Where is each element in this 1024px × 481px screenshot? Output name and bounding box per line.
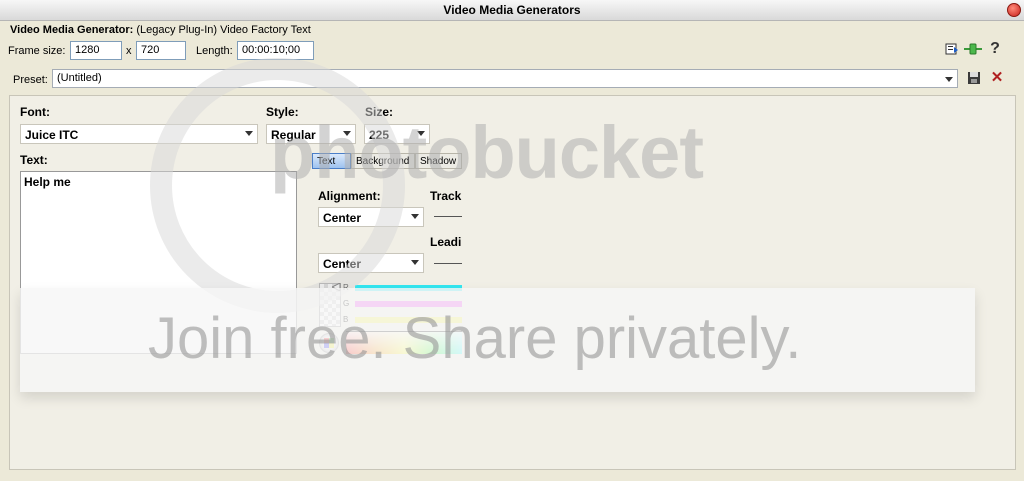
tab-shadow[interactable]: Shadow	[415, 153, 462, 169]
chevron-down-icon	[411, 214, 419, 219]
preset-select[interactable]: (Untitled)	[52, 69, 958, 88]
generator-label: Video Media Generator:	[10, 24, 134, 36]
preset-label: Preset:	[13, 74, 48, 86]
alignment-select[interactable]: Center	[318, 207, 424, 227]
help-icon[interactable]: ?	[987, 41, 1003, 57]
leading-slider[interactable]	[434, 263, 462, 264]
frame-size-label: Frame size:	[8, 45, 66, 57]
alignment-value: Center	[323, 211, 362, 225]
style-select[interactable]: Regular	[266, 124, 356, 144]
chevron-down-icon	[417, 131, 425, 136]
chevron-down-icon	[411, 260, 419, 265]
preset-value: (Untitled)	[57, 72, 102, 84]
font-label: Font:	[20, 105, 50, 119]
save-preset-icon[interactable]	[966, 71, 982, 87]
tracking-label: Track	[430, 189, 462, 203]
window-title: Video Media Generators	[443, 3, 581, 17]
generator-name: (Legacy Plug-In) Video Factory Text	[136, 24, 311, 36]
leading-label: Leadi	[430, 235, 462, 249]
tracking-slider[interactable]	[434, 216, 462, 217]
tab-text[interactable]: Text	[312, 153, 351, 169]
watermark-banner	[20, 288, 975, 392]
vertical-alignment-value: Center	[323, 257, 362, 271]
title-bar: Video Media Generators	[0, 0, 1024, 21]
size-value: 225	[369, 128, 390, 142]
close-icon[interactable]	[1007, 3, 1021, 17]
delete-preset-icon[interactable]: ✕	[989, 70, 1005, 86]
font-select[interactable]: Juice ITC	[20, 124, 258, 144]
font-value: Juice ITC	[25, 128, 79, 142]
tab-background[interactable]: Background	[351, 153, 415, 169]
chevron-down-icon	[245, 131, 253, 136]
frame-height-input[interactable]: 720	[136, 41, 186, 60]
text-label: Text:	[20, 153, 48, 167]
plugin-chain-icon[interactable]	[964, 42, 982, 58]
length-label: Length:	[196, 45, 233, 57]
properties-icon[interactable]	[944, 42, 960, 58]
size-select[interactable]: 225	[364, 124, 430, 144]
size-label: Size:	[365, 105, 394, 119]
generator-info: Video Media Generator: (Legacy Plug-In) …	[10, 24, 311, 36]
style-label: Style:	[266, 105, 299, 119]
frame-size-x: x	[126, 45, 132, 57]
frame-width-input[interactable]: 1280	[70, 41, 122, 60]
style-value: Regular	[271, 128, 316, 142]
alignment-label: Alignment:	[318, 189, 381, 203]
length-input[interactable]: 00:00:10;00	[237, 41, 314, 60]
chevron-down-icon	[343, 131, 351, 136]
vertical-alignment-select[interactable]: Center	[318, 253, 424, 273]
chevron-down-icon	[945, 77, 953, 82]
